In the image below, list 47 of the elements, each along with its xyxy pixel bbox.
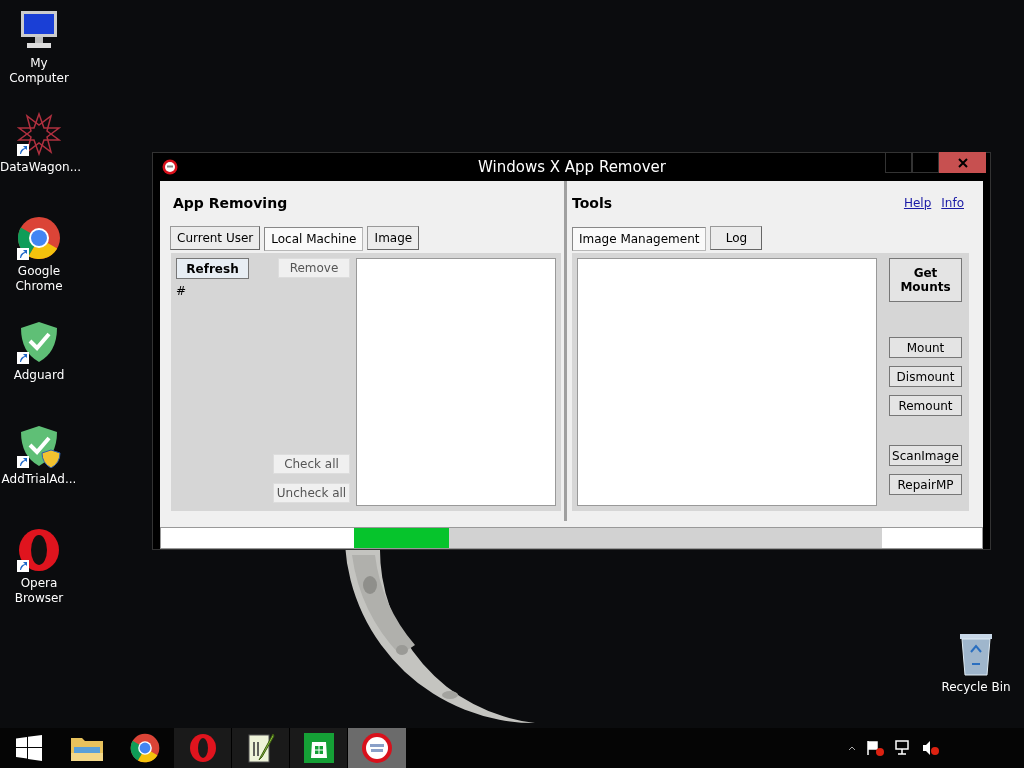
window-title: Windows X App Remover [477, 156, 667, 178]
store-bag-icon [303, 733, 334, 763]
flag-icon[interactable] [866, 740, 884, 756]
windows-logo-icon [16, 735, 42, 761]
network-icon[interactable] [894, 740, 912, 756]
app-logo-icon [361, 732, 393, 764]
desktop-icon-label[interactable]: DataWagon... [0, 160, 78, 175]
remove-button[interactable]: Remove [278, 258, 350, 278]
desktop-icon-label[interactable]: Google Chrome [0, 264, 78, 294]
close-icon [957, 157, 968, 168]
desktop-icon-label[interactable]: Recycle Bin [941, 680, 1011, 695]
chrome-icon [17, 216, 61, 260]
taskbar-button[interactable] [348, 728, 406, 768]
refresh-button[interactable]: Refresh [176, 258, 249, 279]
star-pattern-icon [17, 112, 61, 156]
opera-icon [188, 733, 217, 763]
uncheck-all-button[interactable]: Uncheck all [273, 483, 350, 503]
tool-button[interactable]: Remount [889, 395, 962, 416]
tab[interactable]: Image Management [572, 227, 707, 251]
link[interactable]: Help [903, 194, 932, 212]
taskbar-button[interactable] [232, 728, 290, 768]
tab[interactable]: Log [710, 226, 763, 250]
tool-button[interactable]: ScanImage [889, 445, 962, 466]
section-heading: Tools [572, 193, 613, 213]
get-mounts-button[interactable]: Get Mounts [889, 258, 962, 302]
notepad-icon [246, 732, 275, 764]
desktop-icon-label[interactable]: My Computer [0, 56, 78, 86]
desktop-icon-label[interactable]: AddTrialAd... [0, 472, 78, 487]
opera-icon [17, 528, 61, 572]
section-heading: App Removing [173, 194, 289, 213]
tab[interactable]: Image [367, 226, 420, 250]
close-button[interactable] [939, 152, 986, 173]
tool-button[interactable]: Dismount [889, 366, 962, 387]
desktop-icon-label[interactable]: Opera Browser [0, 576, 78, 606]
count-label: # [176, 283, 187, 300]
taskbar-button[interactable] [290, 728, 348, 768]
tab[interactable]: Local Machine [264, 227, 364, 251]
app-logo-icon [162, 159, 178, 175]
tab[interactable]: Current User [170, 226, 261, 250]
tool-button[interactable]: RepairMP [889, 474, 962, 495]
chevron-up-icon[interactable] [848, 745, 856, 751]
volume-muted-icon[interactable] [922, 740, 940, 756]
tool-button[interactable]: Mount [889, 337, 962, 358]
check-all-button[interactable]: Check all [273, 454, 350, 474]
chrome-icon [130, 733, 160, 763]
desktop-icon-label[interactable]: Adguard [0, 368, 78, 383]
link[interactable]: Info [941, 194, 964, 212]
